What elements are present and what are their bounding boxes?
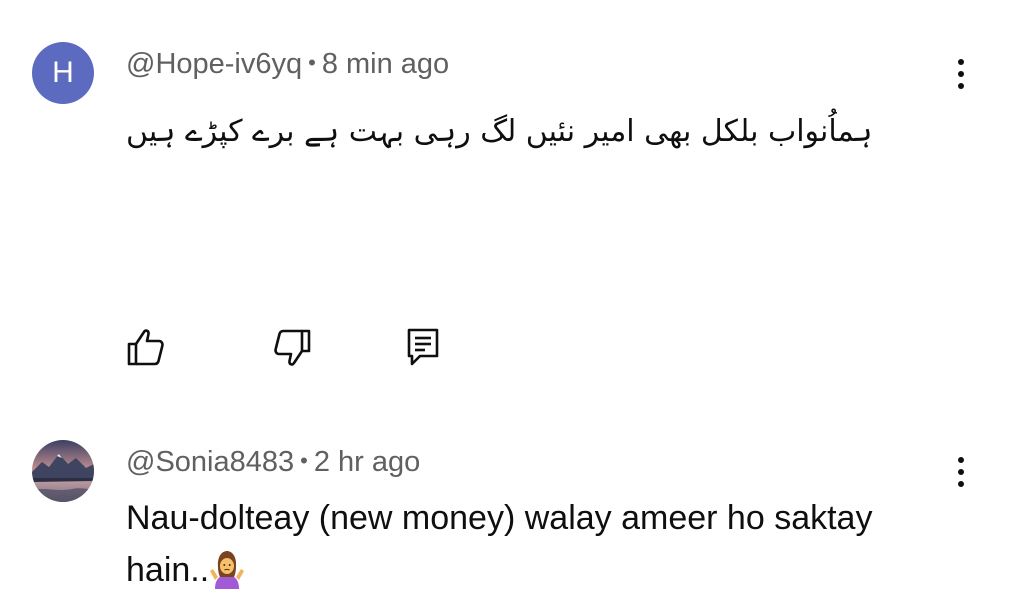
dislike-icon [274,329,311,366]
comment-thread-item: H @Hope-iv6yq • 8 min ago ہماُنواب بلکل بھ… [0,0,1024,400]
more-vert-icon [958,457,964,463]
more-options-button[interactable] [946,450,976,494]
comment-header: @Sonia8483 • 2 hr ago [126,444,420,482]
separator-dot: • [300,448,308,473]
like-icon [127,329,164,366]
more-options-button[interactable] [946,52,976,96]
person-shrugging-emoji-icon [210,551,245,589]
comment-header: @Hope-iv6yq • 8 min ago [126,46,449,84]
comment-time[interactable]: 2 hr ago [314,446,420,478]
comment-time[interactable]: 8 min ago [322,48,449,80]
avatar-letter: H [52,56,74,89]
more-vert-icon-dot [958,83,964,89]
author-name[interactable]: @Hope-iv6yq [126,48,302,80]
more-vert-icon-dot [958,71,964,77]
avatar[interactable]: H [32,42,94,104]
more-vert-icon-dot [958,469,964,475]
comment-text-block: Nau-dolteay (new money) walay ameer ho s… [126,492,946,596]
comment-thread-item: @Sonia8483 • 2 hr ago Nau-dolteay (new mon… [0,420,1024,605]
author-name[interactable]: @Sonia8483 [126,446,294,478]
more-vert-icon-dot [958,481,964,487]
more-vert-icon [958,59,964,65]
landscape-avatar-image [32,440,94,502]
comment-text: ہماُنواب بلکل بھی امیر نئیں لگ رہی بہت ہ… [126,114,873,149]
avatar[interactable] [32,440,94,502]
dislike-button[interactable] [272,326,312,368]
separator-dot: • [308,50,316,75]
reply-button[interactable] [404,326,444,368]
reply-icon [407,328,439,366]
like-button[interactable] [126,326,166,368]
